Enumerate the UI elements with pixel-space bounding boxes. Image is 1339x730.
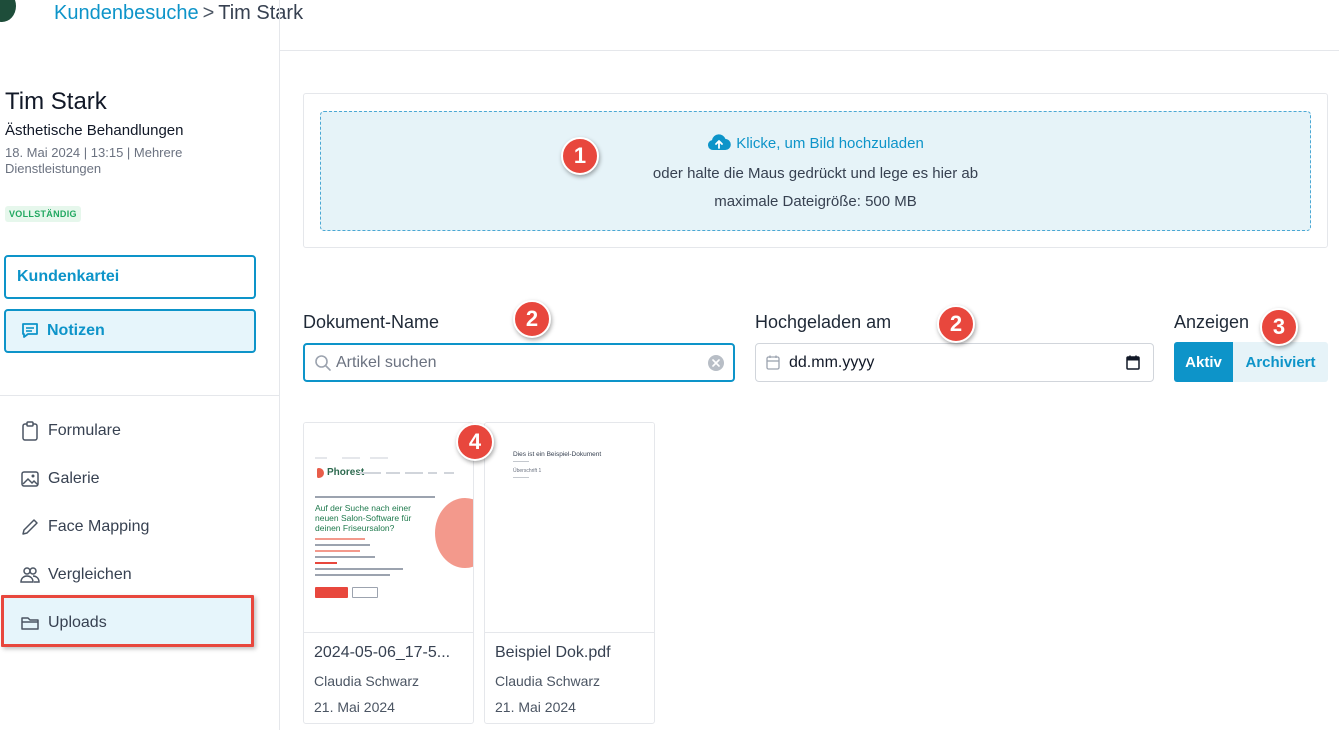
sidebar-item-label: Face Mapping — [48, 518, 150, 535]
document-name-label: Dokument-Name — [303, 312, 440, 332]
sidebar-item-label: Galerie — [48, 470, 100, 487]
thumb-menu-line — [405, 472, 423, 474]
thumb-menu-line — [428, 472, 437, 474]
date-placeholder: dd.mm.yyyy — [789, 353, 875, 371]
kundenkartei-button[interactable]: Kundenkartei — [4, 255, 256, 299]
thumb-nav-line — [370, 457, 388, 459]
thumb-text-line — [315, 562, 337, 564]
document-date: 21. Mai 2024 — [495, 699, 576, 715]
calendar-icon — [766, 355, 780, 370]
callout-badge: 1 — [561, 137, 599, 175]
thumb-small-line — [315, 496, 435, 498]
document-card[interactable]: Dies ist ein Beispiel-Dokument Überschri… — [484, 422, 655, 724]
thumb-text-line — [315, 574, 390, 576]
callout-badge: 2 — [937, 305, 975, 343]
phorest-logo-icon — [317, 467, 324, 478]
cloud-upload-icon — [707, 134, 731, 152]
calendar-picker-icon[interactable] — [1126, 355, 1140, 370]
sidebar-item-face-mapping[interactable]: Face Mapping — [20, 515, 149, 539]
sidebar: Tim Stark Ästhetische Behandlungen 18. M… — [0, 0, 280, 730]
appointment-meta: 18. Mai 2024 | 13:15 | Mehrere Dienstlei… — [5, 145, 183, 176]
sidebar-item-uploads[interactable]: Uploads — [20, 611, 107, 635]
sidebar-item-vergleichen[interactable]: Vergleichen — [20, 563, 132, 587]
thumb-nav-line — [315, 457, 327, 459]
sidebar-item-galerie[interactable]: Galerie — [20, 467, 100, 491]
thumb-text-line — [315, 568, 403, 570]
users-icon — [20, 565, 40, 585]
service-name: Ästhetische Behandlungen — [5, 122, 184, 139]
thumb-decoration — [435, 498, 473, 568]
thumb-logo: Phorest — [317, 467, 364, 478]
document-title[interactable]: 2024-05-06_17-5... — [314, 644, 466, 662]
callout-badge: 2 — [513, 300, 551, 338]
sidebar-item-label: Vergleichen — [48, 566, 132, 583]
thumb-menu-line — [444, 472, 454, 474]
thumb-text-line — [513, 461, 529, 462]
document-search[interactable] — [303, 343, 735, 382]
upload-dropzone[interactable]: Klicke, um Bild hochzuladen oder halte d… — [320, 111, 1311, 231]
upload-hint: oder halte die Maus gedrückt und lege es… — [652, 165, 979, 182]
status-toggle: Aktiv Archiviert — [1174, 342, 1328, 382]
thumb-menu-line — [386, 472, 400, 474]
sidebar-item-label: Formulare — [48, 422, 121, 439]
thumb-menu-line — [359, 472, 381, 474]
thumb-text-line — [315, 538, 365, 540]
callout-badge: 4 — [456, 423, 494, 461]
document-date: 21. Mai 2024 — [314, 699, 395, 715]
date-filter-input[interactable]: dd.mm.yyyy — [755, 343, 1154, 382]
upload-link[interactable]: Klicke, um Bild hochzuladen — [321, 134, 1310, 152]
client-name: Tim Stark — [5, 88, 107, 115]
document-thumbnail: Dies ist ein Beispiel-Dokument Überschri… — [485, 423, 654, 633]
notizen-label: Notizen — [47, 322, 105, 339]
thumb-text-line — [513, 477, 529, 478]
thumb-nav-line — [342, 457, 360, 459]
uploaded-date-label: Hochgeladen am — [755, 312, 892, 332]
thumb-doc-subheading: Überschrift 1 — [513, 468, 542, 474]
sidebar-divider — [0, 395, 280, 396]
document-title[interactable]: Beispiel Dok.pdf — [495, 644, 647, 662]
document-thumbnail: Phorest Auf der Suche nach einer neuen S… — [304, 423, 473, 633]
header-divider — [280, 50, 1339, 51]
thumb-cta-button — [315, 587, 348, 598]
search-input[interactable] — [336, 353, 696, 372]
clear-search-icon[interactable] — [708, 355, 724, 371]
kundenkartei-label: Kundenkartei — [17, 268, 120, 285]
document-author: Claudia Schwarz — [495, 673, 601, 689]
folder-icon — [20, 613, 40, 633]
message-icon — [20, 321, 40, 341]
search-icon — [314, 354, 332, 372]
upload-link-label: Klicke, um Bild hochzuladen — [736, 134, 924, 152]
sidebar-item-label: Uploads — [48, 614, 107, 631]
pencil-icon — [20, 517, 40, 537]
thumb-text-line — [315, 544, 370, 546]
callout-badge: 3 — [1260, 308, 1298, 346]
thumb-headline: Auf der Suche nach einer neuen Salon-Sof… — [315, 503, 412, 533]
image-icon — [20, 469, 40, 489]
clipboard-icon — [20, 421, 40, 441]
sidebar-item-formulare[interactable]: Formulare — [20, 419, 121, 443]
document-author: Claudia Schwarz — [314, 673, 420, 689]
thumb-secondary-button — [352, 587, 378, 598]
toggle-archiviert-button[interactable]: Archiviert — [1233, 342, 1328, 382]
thumb-text-line — [315, 550, 360, 552]
thumb-text-line — [315, 556, 375, 558]
status-badge: VOLLSTÄNDIG — [5, 206, 81, 222]
thumb-doc-heading: Dies ist ein Beispiel-Dokument — [513, 451, 602, 458]
notizen-button[interactable]: Notizen — [4, 309, 256, 353]
show-label: Anzeigen — [1174, 312, 1250, 332]
upload-max-size: maximale Dateigröße: 500 MB — [714, 193, 917, 210]
toggle-aktiv-button[interactable]: Aktiv — [1174, 342, 1233, 382]
document-card[interactable]: Phorest Auf der Suche nach einer neuen S… — [303, 422, 474, 724]
